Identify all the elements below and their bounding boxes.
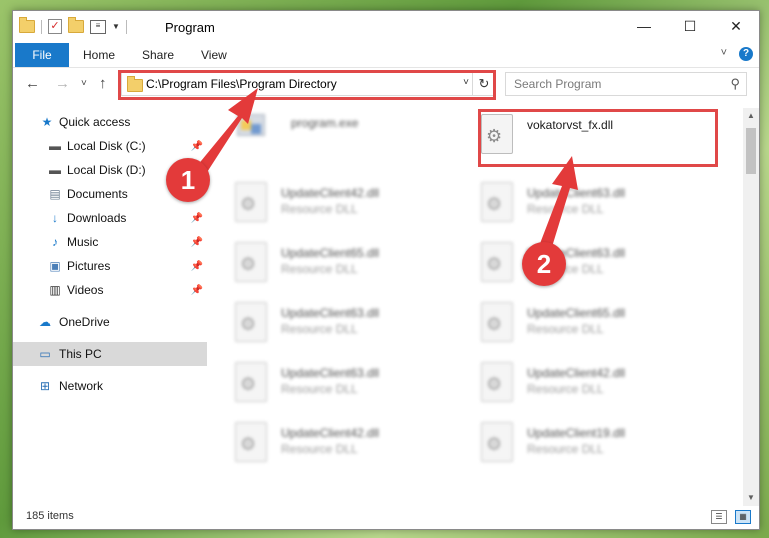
step-2-badge: 2 (522, 242, 566, 286)
annotation-arrows (192, 88, 578, 260)
step-1-badge: 1 (166, 158, 210, 202)
